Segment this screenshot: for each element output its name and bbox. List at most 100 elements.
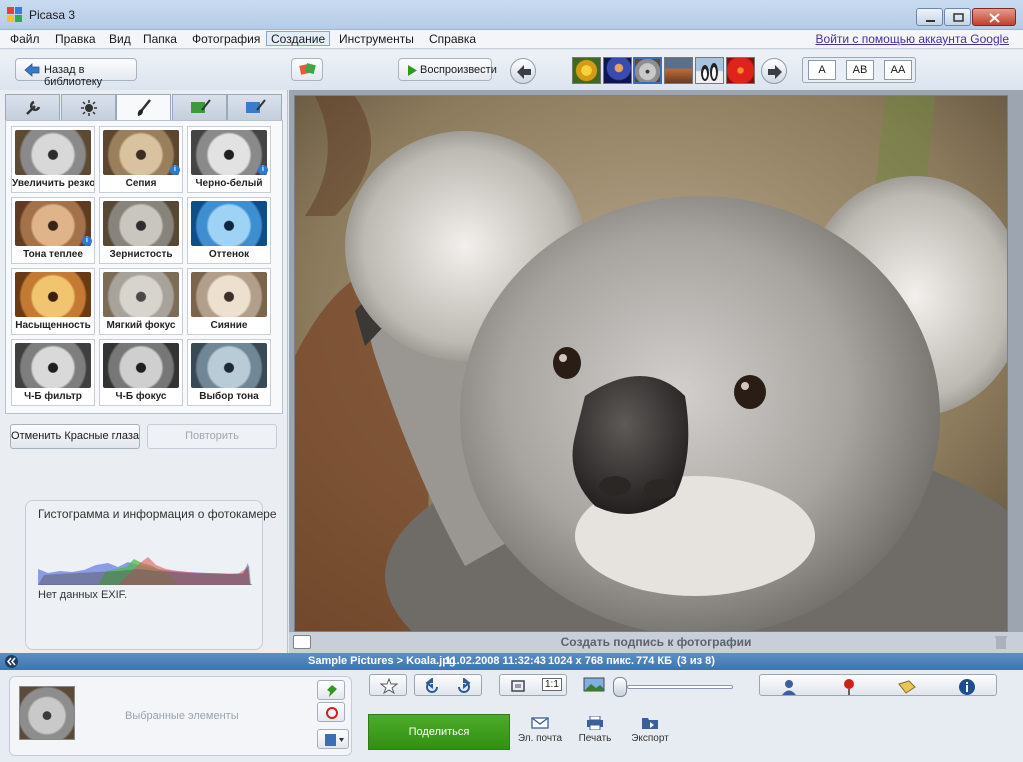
effect-black-white-button[interactable]: i Черно-белый: [187, 126, 271, 193]
google-signin-link[interactable]: Войти с помощью аккаунта Google: [816, 32, 1009, 46]
clear-selection-button[interactable]: [317, 702, 345, 722]
effect-info-badge-icon[interactable]: i: [170, 165, 180, 175]
menu-tools[interactable]: Инструменты: [335, 32, 418, 47]
effect-soft-focus-button[interactable]: Мягкий фокус: [99, 268, 183, 335]
effect-tint-button[interactable]: Оттенок: [187, 197, 271, 264]
play-label: Воспроизвести: [420, 64, 497, 76]
menu-create[interactable]: Создание: [266, 31, 331, 46]
effect-label: Насыщенность: [15, 320, 91, 331]
zoom-slider-track[interactable]: [627, 685, 733, 689]
rotate-right-icon[interactable]: [455, 678, 473, 694]
green-brush-icon: [191, 99, 211, 113]
back-to-library-button[interactable]: Назад в библиотеку: [15, 58, 137, 88]
effect-preview-image: [15, 130, 91, 175]
filmstrip-thumb-jellyfish[interactable]: [603, 57, 632, 84]
effect-sharpen-button[interactable]: Увеличить резкость: [11, 126, 95, 193]
menu-edit[interactable]: Правка: [51, 32, 100, 47]
wrench-icon: [26, 100, 41, 115]
effect-info-badge-icon[interactable]: i: [82, 236, 92, 246]
album-dropdown-button[interactable]: [317, 729, 349, 749]
effect-bw-filter-button[interactable]: Ч-Б фильтр: [11, 339, 95, 406]
text-size-small-button[interactable]: A: [808, 60, 836, 80]
trash-icon[interactable]: [995, 635, 1007, 649]
email-icon: [531, 717, 549, 729]
share-button[interactable]: Поделиться: [368, 714, 510, 750]
status-dimensions: 1024 x 768 пикс.: [548, 655, 635, 667]
people-icon[interactable]: [780, 679, 798, 695]
effect-label: Увеличить резкость: [12, 178, 94, 189]
koala-photo[interactable]: [294, 95, 1008, 632]
print-button[interactable]: Печать: [565, 714, 625, 750]
zoom-slider-knob[interactable]: [613, 677, 627, 697]
menu-photo[interactable]: Фотография: [188, 32, 264, 47]
effect-saturation-button[interactable]: Насыщенность: [11, 268, 95, 335]
effect-label: Оттенок: [208, 249, 250, 260]
undo-red-eye-button[interactable]: Отменить Красные глаза: [10, 424, 140, 449]
effect-film-grain-button[interactable]: Зернистость: [99, 197, 183, 264]
collage-button[interactable]: [291, 58, 323, 81]
email-label: Эл. почта: [517, 733, 563, 744]
title-bar: Picasa 3: [0, 0, 1023, 30]
menu-file[interactable]: Файл: [6, 32, 44, 47]
menu-folder[interactable]: Папка: [139, 32, 181, 47]
sun-icon: [81, 100, 97, 116]
status-path: Sample Pictures > Koala.jpg: [308, 655, 456, 667]
print-label: Печать: [578, 733, 612, 744]
tab-tuning[interactable]: [61, 94, 116, 120]
effect-preview-image: [15, 201, 91, 246]
filmstrip-thumb-chrysanthemum[interactable]: [726, 57, 755, 84]
export-button[interactable]: Экспорт: [620, 714, 680, 750]
hold-button[interactable]: [317, 680, 345, 700]
album-icon: [325, 734, 344, 746]
effect-preview-image: [103, 272, 179, 317]
selected-photo-thumb[interactable]: [19, 686, 75, 740]
rotate-left-icon[interactable]: [423, 678, 441, 694]
tag-icon[interactable]: [897, 679, 917, 695]
minimize-button[interactable]: [916, 8, 943, 26]
close-button[interactable]: [972, 8, 1016, 26]
effect-warmify-button[interactable]: i Тона теплее: [11, 197, 95, 264]
rotate-group: [414, 674, 482, 696]
filmstrip-thumb-desert[interactable]: [664, 57, 693, 84]
info-icon[interactable]: [958, 678, 976, 696]
histogram-title: Гистограмма и информация о фотокамере: [38, 507, 277, 521]
caption-input[interactable]: Создать подпись к фотографии: [289, 635, 1023, 649]
tab-effects-3[interactable]: [227, 94, 282, 120]
menu-bar: Файл Правка Вид Папка Фотография Создани…: [0, 30, 1023, 49]
menu-help[interactable]: Справка: [425, 32, 480, 47]
email-button[interactable]: Эл. почта: [510, 714, 570, 750]
redo-button[interactable]: Повторить: [147, 424, 277, 449]
effect-graduated-tint-button[interactable]: Выбор тона: [187, 339, 271, 406]
effect-label: Черно-белый: [195, 178, 263, 189]
filmstrip-thumb-koala[interactable]: [633, 57, 662, 84]
effect-info-badge-icon[interactable]: i: [258, 165, 268, 175]
fit-to-window-icon[interactable]: [510, 678, 526, 694]
effect-preview-image: [191, 130, 267, 175]
slideshow-play-button[interactable]: Воспроизвести: [398, 58, 497, 81]
effect-sepia-button[interactable]: i Сепия: [99, 126, 183, 193]
maximize-button[interactable]: [944, 8, 971, 26]
effect-label: Сияние: [210, 320, 248, 331]
menu-view[interactable]: Вид: [105, 32, 135, 47]
effect-bw-focus-button[interactable]: Ч-Б фокус: [99, 339, 183, 406]
zoom-1to1-button[interactable]: 1:1: [542, 678, 562, 691]
effect-preview-image: [15, 272, 91, 317]
filmstrip-thumb-penguins[interactable]: [695, 57, 724, 84]
tab-basic-fixes[interactable]: [5, 94, 60, 120]
text-size-medium-button[interactable]: AB: [846, 60, 874, 80]
star-button[interactable]: [369, 674, 407, 696]
geotag-pin-icon[interactable]: [841, 678, 857, 696]
histogram-panel: Гистограмма и информация о фотокамере Не…: [25, 500, 277, 650]
collage-icon: [299, 63, 316, 75]
next-photo-button[interactable]: [761, 58, 787, 84]
selection-tray: Выбранные элементы: [9, 676, 352, 756]
collapse-tray-icon[interactable]: [5, 655, 18, 668]
toolbar: Назад в библиотеку Воспроизвести A AB AA: [0, 50, 1023, 90]
tab-effects-2[interactable]: [172, 94, 227, 120]
exif-info: Нет данных EXIF.: [38, 589, 128, 601]
tab-effects[interactable]: [116, 94, 171, 121]
text-size-large-button[interactable]: AA: [884, 60, 912, 80]
filmstrip-thumb-flower[interactable]: [572, 57, 601, 84]
previous-photo-button[interactable]: [510, 58, 536, 84]
effect-glow-button[interactable]: Сияние: [187, 268, 271, 335]
